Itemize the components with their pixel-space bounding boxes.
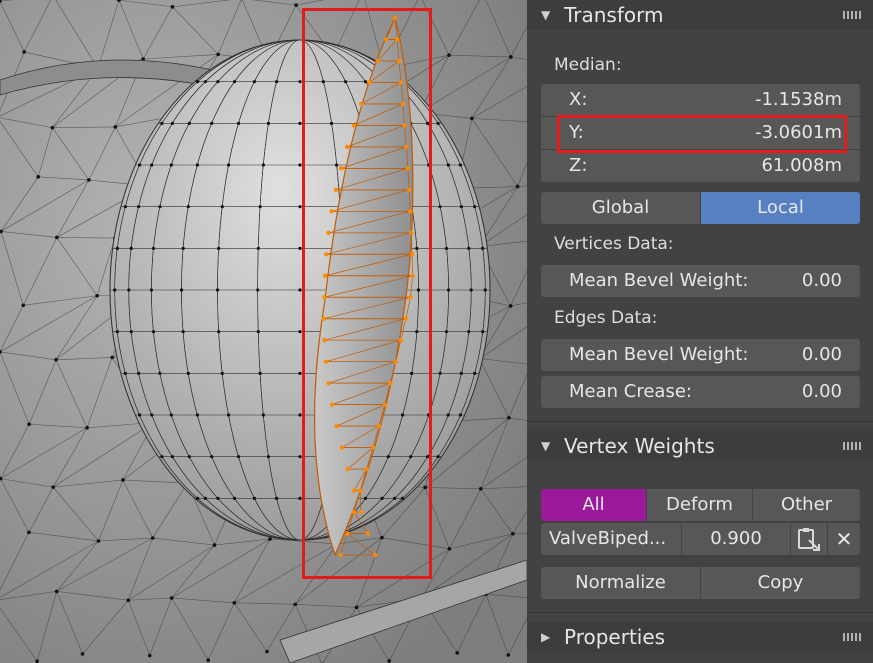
vertex-weights-panel-header[interactable]: ▼ Vertex Weights [527,431,873,461]
edges-data-label: Edges Data: [554,308,658,328]
panel-divider [527,612,873,613]
properties-sidebar: ▼ Transform Median: X: -1.1538m Y: -3.06… [527,0,873,663]
drag-grip-icon[interactable] [843,11,861,19]
vertex-weights-title: Vertex Weights [564,434,715,458]
drag-grip-icon[interactable] [843,442,861,450]
drag-grip-icon[interactable] [843,633,861,641]
median-label: Median: [554,55,622,75]
vertex-mean-bevel-weight-field[interactable]: Mean Bevel Weight: 0.00 [541,265,860,297]
median-x-field[interactable]: X: -1.1538m [541,84,860,116]
tab-other[interactable]: Other [753,489,860,521]
normalize-button[interactable]: Normalize [541,567,700,599]
mesh-wireframe[interactable] [0,0,527,663]
vertices-data-label: Vertices Data: [554,234,674,254]
collapse-arrow-icon[interactable]: ▶ [541,622,550,652]
tab-deform[interactable]: Deform [647,489,752,521]
median-z-field[interactable]: Z: 61.008m [541,150,860,182]
edge-mean-bevel-weight-field[interactable]: Mean Bevel Weight: 0.00 [541,339,860,371]
vertex-group-weight-field[interactable]: 0.900 [682,523,790,555]
y-field-highlight-box [557,115,847,153]
expand-arrow-icon[interactable]: ▼ [541,0,550,30]
edge-mean-crease-field[interactable]: Mean Crease: 0.00 [541,376,860,408]
tab-all[interactable]: All [541,489,646,521]
3d-viewport[interactable] [0,0,527,663]
properties-title: Properties [564,625,666,649]
paste-weight-icon[interactable] [791,523,827,555]
local-toggle[interactable]: Local [701,192,860,224]
transform-title: Transform [564,3,664,27]
remove-weight-close-icon[interactable]: ✕ [828,523,860,555]
transform-panel-header[interactable]: ▼ Transform [527,0,873,30]
panel-divider [527,421,873,422]
copy-button[interactable]: Copy [701,567,860,599]
vertex-group-name[interactable]: ValveBiped... [541,523,681,555]
expand-arrow-icon[interactable]: ▼ [541,431,550,461]
global-toggle[interactable]: Global [541,192,700,224]
properties-panel-header[interactable]: ▶ Properties [527,622,873,652]
selection-highlight-box [302,8,432,579]
